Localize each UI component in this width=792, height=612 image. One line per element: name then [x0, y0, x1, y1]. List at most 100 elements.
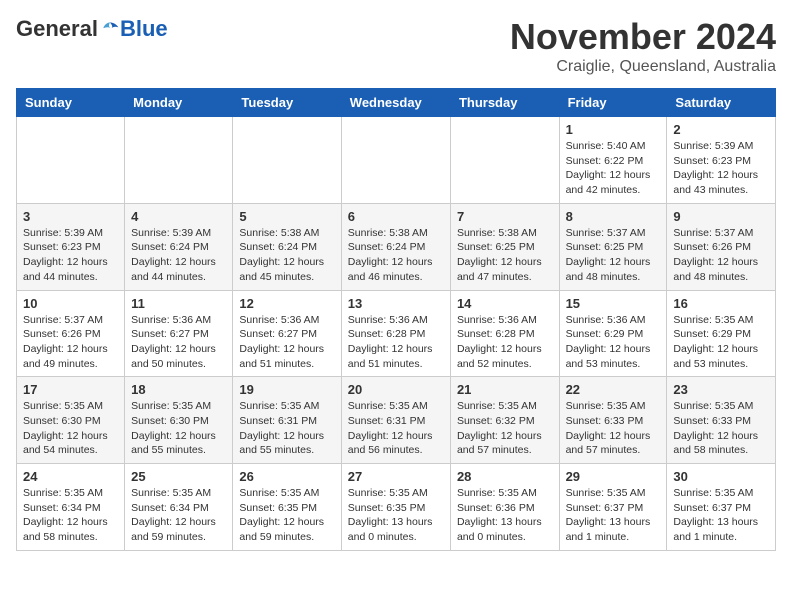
day-number: 4 [131, 209, 226, 224]
day-info: Sunrise: 5:35 AM Sunset: 6:37 PM Dayligh… [566, 486, 661, 545]
day-info: Sunrise: 5:40 AM Sunset: 6:22 PM Dayligh… [566, 139, 661, 198]
month-title: November 2024 [510, 16, 776, 58]
calendar-cell: 19Sunrise: 5:35 AM Sunset: 6:31 PM Dayli… [233, 377, 341, 464]
day-number: 14 [457, 296, 553, 311]
day-number: 20 [348, 382, 444, 397]
calendar-cell [450, 117, 559, 204]
day-number: 3 [23, 209, 118, 224]
calendar-cell: 29 Sunrise: 5:35 AM Sunset: 6:37 PM Dayli… [559, 464, 667, 551]
calendar-cell: 6Sunrise: 5:38 AM Sunset: 6:24 PM Daylig… [341, 203, 450, 290]
calendar-cell: 1 Sunrise: 5:40 AM Sunset: 6:22 PM Daylig… [559, 117, 667, 204]
day-info: Sunrise: 5:35 AM Sunset: 6:31 PM Dayligh… [348, 399, 444, 458]
calendar-cell: 10 Sunrise: 5:37 AM Sunset: 6:26 PM Dayli… [17, 290, 125, 377]
day-number: 11 [131, 296, 226, 311]
day-number: 1 [566, 122, 661, 137]
calendar-cell: 7 Sunrise: 5:38 AM Sunset: 6:25 PM Daylig… [450, 203, 559, 290]
day-number: 15 [566, 296, 661, 311]
day-number: 10 [23, 296, 118, 311]
calendar-cell: 24 Sunrise: 5:35 AM Sunset: 6:34 PM Dayli… [17, 464, 125, 551]
day-info: Sunrise: 5:39 AM Sunset: 6:23 PM Dayligh… [23, 226, 118, 285]
calendar-cell: 9 Sunrise: 5:37 AM Sunset: 6:26 PM Daylig… [667, 203, 776, 290]
calendar-cell: 17 Sunrise: 5:35 AM Sunset: 6:30 PM Dayli… [17, 377, 125, 464]
weekday-header: Thursday [450, 89, 559, 117]
day-info: Sunrise: 5:35 AM Sunset: 6:31 PM Dayligh… [239, 399, 334, 458]
day-number: 16 [673, 296, 769, 311]
day-number: 29 [566, 469, 661, 484]
calendar-cell: 21 Sunrise: 5:35 AM Sunset: 6:32 PM Dayli… [450, 377, 559, 464]
day-number: 17 [23, 382, 118, 397]
day-info: Sunrise: 5:39 AM Sunset: 6:24 PM Dayligh… [131, 226, 226, 285]
day-number: 30 [673, 469, 769, 484]
calendar-cell: 15 Sunrise: 5:36 AM Sunset: 6:29 PM Dayli… [559, 290, 667, 377]
calendar-cell: 5 Sunrise: 5:38 AM Sunset: 6:24 PM Daylig… [233, 203, 341, 290]
calendar-cell: 3 Sunrise: 5:39 AM Sunset: 6:23 PM Daylig… [17, 203, 125, 290]
day-info: Sunrise: 5:37 AM Sunset: 6:26 PM Dayligh… [23, 313, 118, 372]
day-number: 7 [457, 209, 553, 224]
calendar-week-row: 10 Sunrise: 5:37 AM Sunset: 6:26 PM Dayli… [17, 290, 776, 377]
calendar-week-row: 24 Sunrise: 5:35 AM Sunset: 6:34 PM Dayli… [17, 464, 776, 551]
day-number: 24 [23, 469, 118, 484]
day-info: Sunrise: 5:35 AM Sunset: 6:33 PM Dayligh… [566, 399, 661, 458]
weekday-header: Monday [125, 89, 233, 117]
day-number: 27 [348, 469, 444, 484]
day-number: 28 [457, 469, 553, 484]
calendar-cell: 25Sunrise: 5:35 AM Sunset: 6:34 PM Dayli… [125, 464, 233, 551]
day-number: 25 [131, 469, 226, 484]
day-number: 8 [566, 209, 661, 224]
weekday-header: Friday [559, 89, 667, 117]
calendar-cell: 16Sunrise: 5:35 AM Sunset: 6:29 PM Dayli… [667, 290, 776, 377]
day-number: 23 [673, 382, 769, 397]
calendar-cell: 11Sunrise: 5:36 AM Sunset: 6:27 PM Dayli… [125, 290, 233, 377]
day-info: Sunrise: 5:35 AM Sunset: 6:37 PM Dayligh… [673, 486, 769, 545]
logo-blue: Blue [120, 16, 168, 42]
weekday-header: Tuesday [233, 89, 341, 117]
calendar-cell: 12 Sunrise: 5:36 AM Sunset: 6:27 PM Dayli… [233, 290, 341, 377]
day-info: Sunrise: 5:35 AM Sunset: 6:35 PM Dayligh… [348, 486, 444, 545]
day-number: 18 [131, 382, 226, 397]
day-number: 5 [239, 209, 334, 224]
calendar-cell [125, 117, 233, 204]
day-info: Sunrise: 5:37 AM Sunset: 6:25 PM Dayligh… [566, 226, 661, 285]
location: Craiglie, Queensland, Australia [510, 58, 776, 76]
calendar-cell [233, 117, 341, 204]
weekday-header: Sunday [17, 89, 125, 117]
day-number: 21 [457, 382, 553, 397]
day-info: Sunrise: 5:36 AM Sunset: 6:27 PM Dayligh… [239, 313, 334, 372]
calendar-cell: 2 Sunrise: 5:39 AM Sunset: 6:23 PM Daylig… [667, 117, 776, 204]
calendar-cell: 4 Sunrise: 5:39 AM Sunset: 6:24 PM Daylig… [125, 203, 233, 290]
day-number: 2 [673, 122, 769, 137]
weekday-header: Wednesday [341, 89, 450, 117]
day-info: Sunrise: 5:39 AM Sunset: 6:23 PM Dayligh… [673, 139, 769, 198]
day-info: Sunrise: 5:35 AM Sunset: 6:36 PM Dayligh… [457, 486, 553, 545]
day-info: Sunrise: 5:38 AM Sunset: 6:24 PM Dayligh… [239, 226, 334, 285]
day-info: Sunrise: 5:38 AM Sunset: 6:25 PM Dayligh… [457, 226, 553, 285]
day-info: Sunrise: 5:35 AM Sunset: 6:30 PM Dayligh… [131, 399, 226, 458]
day-number: 9 [673, 209, 769, 224]
day-number: 13 [348, 296, 444, 311]
day-info: Sunrise: 5:35 AM Sunset: 6:33 PM Dayligh… [673, 399, 769, 458]
logo: General Blue [16, 16, 168, 42]
calendar-cell: 20 Sunrise: 5:35 AM Sunset: 6:31 PM Dayli… [341, 377, 450, 464]
page-header: General Blue November 2024 Craiglie, Que… [16, 16, 776, 76]
calendar-cell: 28 Sunrise: 5:35 AM Sunset: 6:36 PM Dayli… [450, 464, 559, 551]
calendar-table: SundayMondayTuesdayWednesdayThursdayFrid… [16, 88, 776, 551]
calendar-cell: 27 Sunrise: 5:35 AM Sunset: 6:35 PM Dayli… [341, 464, 450, 551]
weekday-header: Saturday [667, 89, 776, 117]
calendar-week-row: 17 Sunrise: 5:35 AM Sunset: 6:30 PM Dayli… [17, 377, 776, 464]
calendar-cell: 13 Sunrise: 5:36 AM Sunset: 6:28 PM Dayli… [341, 290, 450, 377]
day-info: Sunrise: 5:36 AM Sunset: 6:28 PM Dayligh… [348, 313, 444, 372]
calendar-cell: 26Sunrise: 5:35 AM Sunset: 6:35 PM Dayli… [233, 464, 341, 551]
day-info: Sunrise: 5:35 AM Sunset: 6:34 PM Dayligh… [23, 486, 118, 545]
day-info: Sunrise: 5:35 AM Sunset: 6:32 PM Dayligh… [457, 399, 553, 458]
day-info: Sunrise: 5:36 AM Sunset: 6:28 PM Dayligh… [457, 313, 553, 372]
day-info: Sunrise: 5:37 AM Sunset: 6:26 PM Dayligh… [673, 226, 769, 285]
logo-bird-icon [100, 19, 120, 39]
calendar-cell: 8 Sunrise: 5:37 AM Sunset: 6:25 PM Daylig… [559, 203, 667, 290]
calendar-week-row: 1 Sunrise: 5:40 AM Sunset: 6:22 PM Daylig… [17, 117, 776, 204]
calendar-cell [17, 117, 125, 204]
calendar-cell: 14 Sunrise: 5:36 AM Sunset: 6:28 PM Dayli… [450, 290, 559, 377]
day-info: Sunrise: 5:35 AM Sunset: 6:30 PM Dayligh… [23, 399, 118, 458]
day-info: Sunrise: 5:36 AM Sunset: 6:29 PM Dayligh… [566, 313, 661, 372]
day-number: 12 [239, 296, 334, 311]
day-number: 22 [566, 382, 661, 397]
